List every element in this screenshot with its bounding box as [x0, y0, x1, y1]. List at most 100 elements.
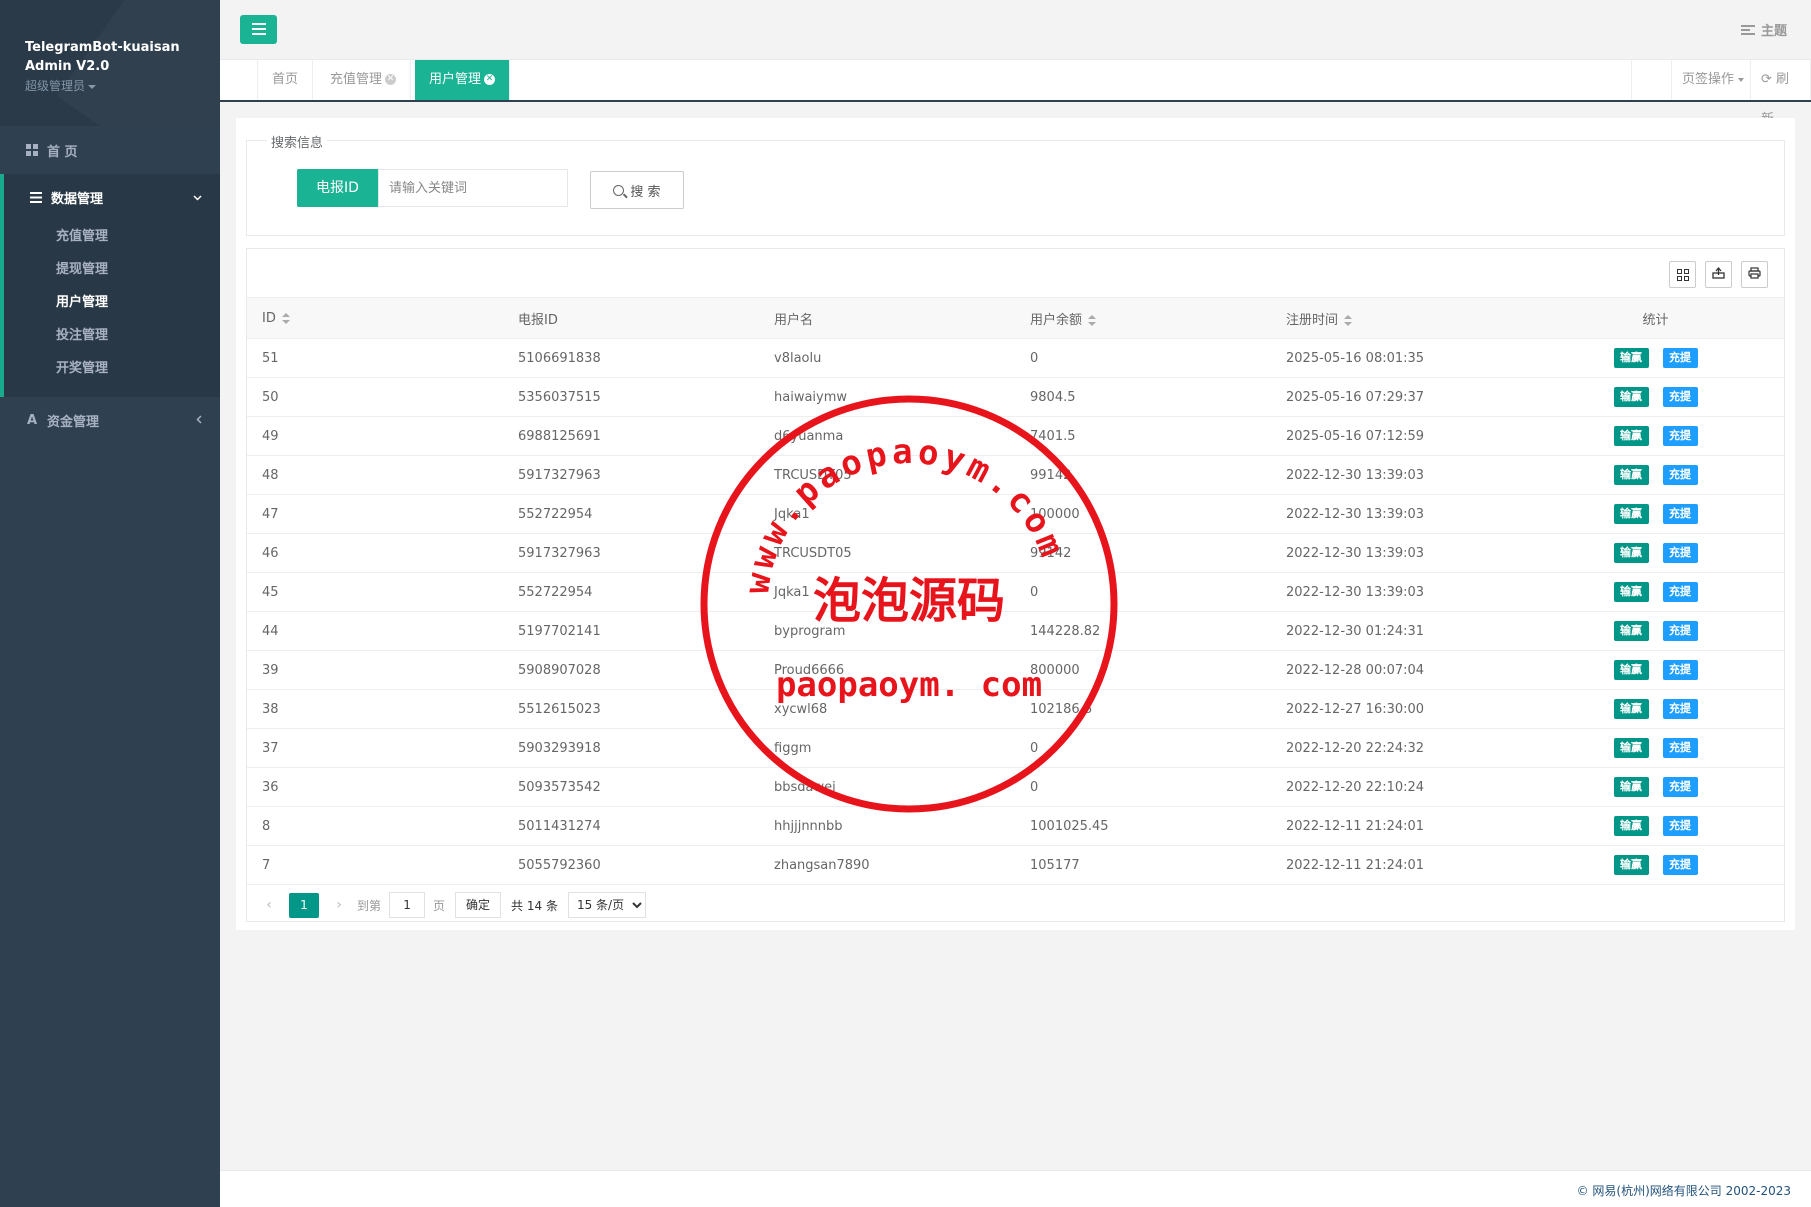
- column-header-reg-time[interactable]: 注册时间: [1271, 297, 1527, 339]
- prev-page-button[interactable]: ‹: [259, 897, 279, 913]
- header-label: 注册时间: [1286, 312, 1339, 328]
- win-loss-button[interactable]: 输赢: [1613, 855, 1649, 875]
- theme-label: 主题: [1760, 24, 1787, 39]
- column-header-telegram-id: 电报ID: [503, 297, 759, 339]
- win-loss-button[interactable]: 输赢: [1613, 387, 1649, 407]
- export-button[interactable]: [1705, 261, 1732, 288]
- cell-actions: 输赢 充提: [1527, 845, 1784, 885]
- win-loss-button[interactable]: 输赢: [1613, 621, 1649, 641]
- cell-balance: 7401.5: [1015, 416, 1271, 456]
- goto-confirm-button[interactable]: 确定: [455, 892, 502, 918]
- cell-telegram-id: 5093573542: [503, 767, 759, 807]
- cell-telegram-id: 5512615023: [503, 689, 759, 729]
- page-ops-label: 页签操作: [1682, 72, 1735, 87]
- current-page[interactable]: 1: [289, 892, 319, 918]
- cell-actions: 输赢 充提: [1527, 611, 1784, 651]
- tab-users[interactable]: 用户管理 ✕: [415, 60, 511, 100]
- deposit-withdraw-button[interactable]: 充提: [1662, 621, 1698, 641]
- sidebar-item-home[interactable]: 首 页: [0, 126, 220, 174]
- win-loss-button[interactable]: 输赢: [1613, 777, 1649, 797]
- deposit-withdraw-button[interactable]: 充提: [1662, 660, 1698, 680]
- sort-icon[interactable]: [281, 312, 290, 324]
- deposit-withdraw-button[interactable]: 充提: [1662, 738, 1698, 758]
- refresh-button[interactable]: ⟳ 刷新: [1750, 60, 1811, 127]
- table-row: 44 5197702141 byprogram 144228.82 2022-12-30…: [247, 611, 1784, 651]
- close-icon[interactable]: ✕: [484, 74, 496, 85]
- cell-username: zhangsan7890: [759, 845, 1015, 885]
- deposit-withdraw-button[interactable]: 充提: [1662, 426, 1698, 446]
- win-loss-button[interactable]: 输赢: [1613, 426, 1649, 446]
- sidebar: TelegramBot-kuaisan Admin V2.0 超级管理员 首 页…: [0, 0, 220, 1207]
- table-row: 39 5908907028 Proud6666 800000 2022-12-28 00…: [247, 650, 1784, 690]
- cell-telegram-id: 5106691838: [503, 338, 759, 378]
- tab-recharge[interactable]: 充值管理 ✕: [316, 60, 412, 100]
- columns-icon: [1676, 268, 1689, 281]
- win-loss-button[interactable]: 输赢: [1613, 660, 1649, 680]
- cell-balance: 102186.6: [1015, 689, 1271, 729]
- win-loss-button[interactable]: 输赢: [1613, 543, 1649, 563]
- deposit-withdraw-button[interactable]: 充提: [1662, 387, 1698, 407]
- tab-home[interactable]: 首页: [258, 60, 314, 100]
- tabs-bar: 首页 充值管理✕ 用户管理✕ 页签操作 ⟳ 刷新: [220, 60, 1811, 127]
- list-icon: [29, 190, 43, 204]
- column-filter-button[interactable]: [1669, 261, 1696, 288]
- total-count: 共 14 条: [511, 898, 558, 913]
- header-label: ID: [262, 310, 276, 326]
- print-button[interactable]: [1741, 261, 1768, 288]
- theme-button[interactable]: 主题: [1740, 20, 1787, 39]
- goto-page-input[interactable]: [389, 892, 426, 918]
- sidebar-item-recharge[interactable]: 充值管理: [4, 220, 220, 253]
- goto-label: 到第: [357, 898, 382, 913]
- win-loss-button[interactable]: 输赢: [1613, 582, 1649, 602]
- cell-reg-time: 2022-12-30 13:39:03: [1271, 455, 1527, 495]
- deposit-withdraw-button[interactable]: 充提: [1662, 504, 1698, 524]
- sidebar-item-data-management[interactable]: 数据管理: [4, 174, 220, 220]
- deposit-withdraw-button[interactable]: 充提: [1662, 543, 1698, 563]
- win-loss-button[interactable]: 输赢: [1613, 465, 1649, 485]
- menu-toggle-button[interactable]: [240, 15, 277, 44]
- cell-balance: 800000: [1015, 650, 1271, 690]
- hamburger-icon: [251, 20, 266, 39]
- deposit-withdraw-button[interactable]: 充提: [1662, 816, 1698, 836]
- sort-icon[interactable]: [1088, 314, 1097, 326]
- sort-icon[interactable]: [1344, 314, 1353, 326]
- tab-scroll-left-button[interactable]: [220, 60, 258, 100]
- brand-decoration: [57, 0, 220, 126]
- page-ops-dropdown[interactable]: 页签操作: [1671, 60, 1754, 100]
- deposit-withdraw-button[interactable]: 充提: [1662, 582, 1698, 602]
- deposit-withdraw-button[interactable]: 充提: [1662, 465, 1698, 485]
- cell-reg-time: 2022-12-20 22:10:24: [1271, 767, 1527, 807]
- win-loss-button[interactable]: 输赢: [1613, 738, 1649, 758]
- sidebar-item-fund-management[interactable]: A 资金管理: [0, 397, 220, 443]
- close-icon[interactable]: ✕: [385, 74, 397, 85]
- deposit-withdraw-button[interactable]: 充提: [1662, 777, 1698, 797]
- cell-reg-time: 2022-12-30 13:39:03: [1271, 533, 1527, 573]
- grid-icon: [25, 143, 39, 157]
- cell-username: bbsdawei: [759, 767, 1015, 807]
- cell-username: figgm: [759, 728, 1015, 768]
- next-page-button[interactable]: ›: [329, 897, 349, 913]
- search-input[interactable]: [378, 169, 568, 207]
- win-loss-button[interactable]: 输赢: [1613, 504, 1649, 524]
- cell-actions: 输赢 充提: [1527, 494, 1784, 534]
- cell-id: 47: [247, 494, 503, 534]
- win-loss-button[interactable]: 输赢: [1613, 816, 1649, 836]
- page-size-select[interactable]: 15 条/页: [567, 892, 646, 918]
- column-header-id[interactable]: ID: [247, 297, 503, 339]
- column-header-balance[interactable]: 用户余额: [1015, 297, 1271, 339]
- sidebar-item-users[interactable]: 用户管理: [4, 286, 220, 319]
- deposit-withdraw-button[interactable]: 充提: [1662, 855, 1698, 875]
- sidebar-item-bets[interactable]: 投注管理: [4, 319, 220, 352]
- table-row: 37 5903293918 figgm 0 2022-12-20 22:24:32 输赢充…: [247, 728, 1784, 768]
- win-loss-button[interactable]: 输赢: [1613, 348, 1649, 368]
- search-button[interactable]: 搜 索: [590, 171, 684, 209]
- cell-telegram-id: 5055792360: [503, 845, 759, 885]
- deposit-withdraw-button[interactable]: 充提: [1662, 348, 1698, 368]
- cell-telegram-id: 5197702141: [503, 611, 759, 651]
- sidebar-item-lottery[interactable]: 开奖管理: [4, 352, 220, 385]
- table-toolbar: [1669, 261, 1768, 288]
- win-loss-button[interactable]: 输赢: [1613, 699, 1649, 719]
- cell-telegram-id: 6988125691: [503, 416, 759, 456]
- deposit-withdraw-button[interactable]: 充提: [1662, 699, 1698, 719]
- sidebar-item-withdraw[interactable]: 提现管理: [4, 253, 220, 286]
